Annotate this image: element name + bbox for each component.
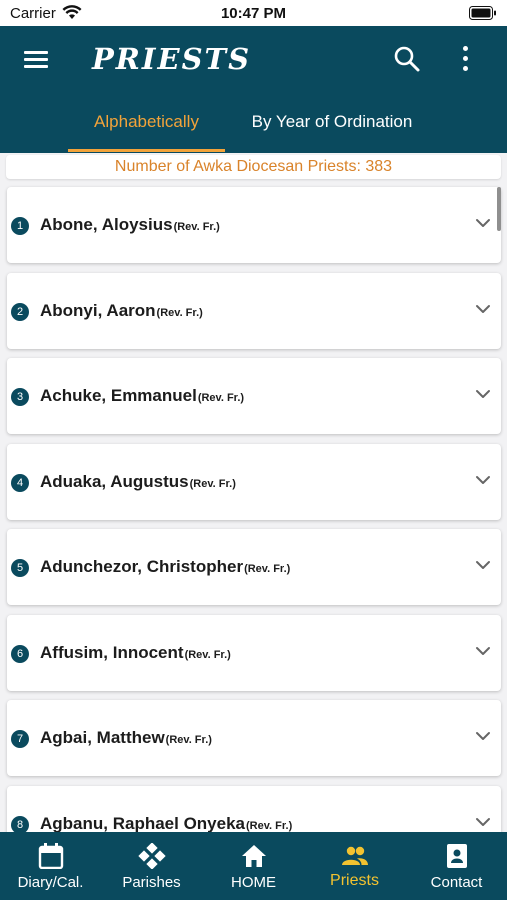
priest-title: (Rev. Fr.) — [197, 392, 245, 404]
status-time: 10:47 PM — [220, 5, 287, 22]
page-title: PRIESTS — [92, 42, 252, 76]
priest-name: Affusim, Innocent(Rev. Fr.) — [40, 643, 231, 663]
tab-bar: Alphabetically By Year of Ordination — [0, 106, 507, 153]
priest-number-badge: 8 — [11, 815, 29, 832]
nav-parishes[interactable]: Parishes — [101, 832, 202, 900]
menu-button[interactable] — [22, 48, 50, 72]
priest-name-text: Affusim, Innocent — [40, 642, 184, 662]
chevron-down-icon[interactable] — [475, 645, 491, 657]
chevron-down-icon[interactable] — [475, 559, 491, 571]
priest-title: (Rev. Fr.) — [173, 221, 220, 233]
priest-title: (Rev. Fr.) — [189, 477, 236, 490]
priest-name-text: Aduaka, Augustus — [40, 471, 189, 491]
calendar-icon — [38, 843, 64, 869]
priest-name-text: Achuke, Emmanuel — [40, 386, 197, 405]
chevron-down-icon[interactable] — [475, 474, 491, 486]
nav-label-priests: Priests — [330, 872, 379, 889]
priest-title: (Rev. Fr.) — [246, 819, 293, 832]
priest-name: Agbai, Matthew(Rev. Fr.) — [40, 728, 212, 748]
priest-number-badge: 7 — [11, 730, 29, 748]
nav-priests[interactable]: Priests — [304, 832, 405, 900]
battery-icon — [469, 6, 496, 20]
priest-name: Achuke, Emmanuel(Rev. Fr.) — [40, 386, 244, 406]
people-icon — [342, 846, 368, 865]
bottom-nav: Diary/Cal. Parishes HOME Priests Contact — [0, 832, 507, 900]
priest-number-badge: 6 — [11, 644, 29, 663]
active-tab-indicator — [68, 149, 225, 152]
nav-label-parishes: Parishes — [122, 874, 181, 891]
priest-card[interactable]: 8 Agbanu, Raphael Onyeka(Rev. Fr.) — [7, 785, 501, 833]
nav-diary-calendar[interactable]: Diary/Cal. — [0, 832, 101, 900]
chevron-down-icon[interactable] — [475, 217, 491, 229]
contact-icon — [447, 844, 467, 868]
more-vert-icon — [462, 46, 468, 51]
priest-card[interactable]: 1 Abone, Aloysius(Rev. Fr.) — [7, 187, 501, 263]
priest-title: (Rev. Fr.) — [156, 306, 203, 319]
chevron-down-icon[interactable] — [475, 388, 491, 400]
priest-number-badge: 1 — [11, 217, 29, 235]
nav-label-home: HOME — [231, 874, 276, 891]
app-header: PRIESTS Alphabetically By Year of Ordina… — [0, 26, 507, 153]
priest-list-container[interactable]: Number of Awka Diocesan Priests: 383 1 Ab… — [0, 153, 507, 832]
priest-card[interactable]: 5 Adunchezor, Christopher(Rev. Fr.) — [7, 529, 501, 605]
nav-home[interactable]: HOME — [203, 832, 304, 900]
more-options-button[interactable] — [455, 44, 475, 76]
status-bar: Carrier 10:47 PM — [0, 0, 507, 26]
priest-number-badge: 2 — [11, 302, 29, 321]
priest-name: Agbanu, Raphael Onyeka(Rev. Fr.) — [40, 814, 292, 833]
priest-name-text: Agbanu, Raphael Onyeka — [40, 813, 245, 833]
chevron-down-icon[interactable] — [475, 303, 491, 315]
priest-name-text: Abone, Aloysius — [40, 215, 173, 234]
priest-count-banner: Number of Awka Diocesan Priests: 383 — [6, 155, 501, 179]
hamburger-icon — [24, 51, 48, 54]
nav-label-contact: Contact — [430, 874, 483, 891]
priest-name: Adunchezor, Christopher(Rev. Fr.) — [40, 557, 290, 577]
home-icon — [242, 845, 266, 867]
nav-contact[interactable]: Contact — [406, 832, 507, 900]
priest-title: (Rev. Fr.) — [184, 648, 231, 661]
search-icon — [394, 46, 420, 72]
priest-name-text: Abonyi, Aaron — [40, 300, 156, 320]
search-button[interactable] — [392, 44, 422, 74]
scrollbar[interactable] — [497, 187, 501, 231]
priest-card[interactable]: 4 Aduaka, Augustus(Rev. Fr.) — [7, 443, 501, 520]
priest-name: Aduaka, Augustus(Rev. Fr.) — [40, 472, 236, 492]
nav-label-diary: Diary/Cal. — [17, 874, 84, 891]
priest-card[interactable]: 2 Abonyi, Aaron(Rev. Fr.) — [7, 272, 501, 349]
priest-name: Abone, Aloysius(Rev. Fr.) — [40, 215, 220, 235]
priest-title: (Rev. Fr.) — [165, 734, 212, 746]
priest-name-text: Adunchezor, Christopher — [40, 557, 244, 576]
chevron-down-icon[interactable] — [475, 730, 491, 742]
priest-number-badge: 4 — [11, 473, 29, 492]
tab-by-year-of-ordination[interactable]: By Year of Ordination — [232, 112, 432, 132]
parishes-icon — [138, 843, 166, 869]
priest-number-badge: 3 — [11, 388, 29, 406]
priest-name: Abonyi, Aaron(Rev. Fr.) — [40, 301, 203, 321]
priest-number-badge: 5 — [11, 559, 29, 577]
priest-name-text: Agbai, Matthew — [40, 728, 165, 747]
chevron-down-icon[interactable] — [475, 816, 491, 828]
priest-title: (Rev. Fr.) — [244, 563, 291, 575]
tab-alphabetically[interactable]: Alphabetically — [68, 112, 225, 153]
priest-card[interactable]: 3 Achuke, Emmanuel(Rev. Fr.) — [7, 358, 501, 434]
priest-card[interactable]: 6 Affusim, Innocent(Rev. Fr.) — [7, 614, 501, 691]
priest-card[interactable]: 7 Agbai, Matthew(Rev. Fr.) — [7, 700, 501, 776]
